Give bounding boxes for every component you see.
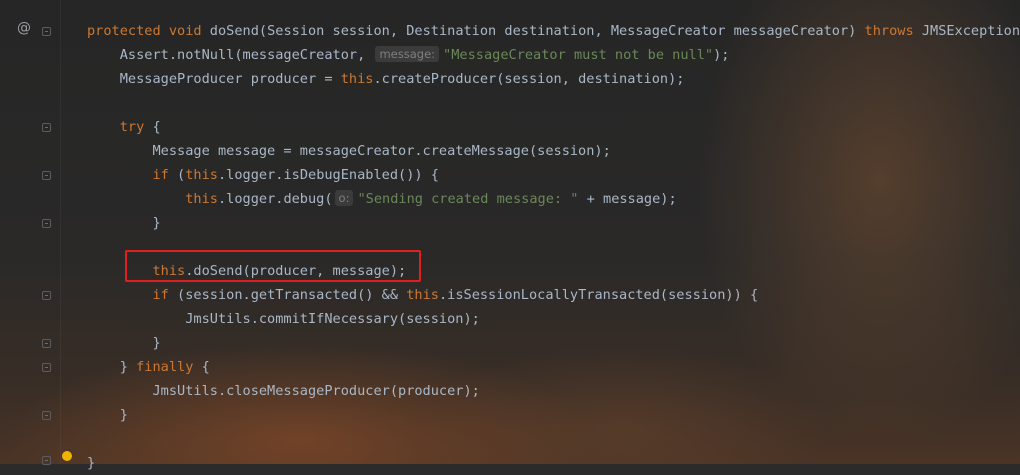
editor-gutter: @ bbox=[0, 0, 72, 465]
code-line-8: this.logger.debug(o: "Sending created mes… bbox=[87, 187, 1020, 211]
code-text: JmsUtils.commitIfNecessary(session); bbox=[185, 311, 480, 327]
code-line-1: protected void doSend(Session session, D… bbox=[87, 19, 1020, 43]
code-line-15: } finally { bbox=[87, 355, 1020, 379]
code-text: .createProducer(session, destination); bbox=[373, 71, 685, 87]
fold-marker-icon[interactable] bbox=[42, 339, 51, 348]
keyword: void bbox=[168, 23, 202, 39]
code-line-12: if (session.getTransacted() && this.isSe… bbox=[87, 283, 1020, 307]
code-text: ( bbox=[168, 167, 186, 183]
code-text: { bbox=[144, 119, 161, 135]
keyword: throws bbox=[864, 23, 914, 39]
code-text: .logger.isDebugEnabled()) { bbox=[217, 167, 439, 183]
code-line-5: try { bbox=[87, 115, 1020, 139]
code-line-19: } bbox=[87, 451, 1020, 475]
fold-marker-icon[interactable] bbox=[42, 171, 51, 180]
code-text: .logger.debug( bbox=[217, 191, 333, 207]
code-text: doSend(Session session, Destination dest… bbox=[201, 23, 865, 39]
keyword: if bbox=[152, 167, 169, 183]
code-line-3: MessageProducer producer = this.createPr… bbox=[87, 67, 1020, 91]
code-line-6: Message message = messageCreator.createM… bbox=[87, 139, 1020, 163]
code-text: JmsUtils.closeMessageProducer(producer); bbox=[152, 383, 480, 399]
keyword: this bbox=[406, 287, 439, 303]
code-line-17: } bbox=[87, 403, 1020, 427]
code-text: } bbox=[119, 359, 137, 375]
code-line-7: if (this.logger.isDebugEnabled()) { bbox=[87, 163, 1020, 187]
fold-marker-icon[interactable] bbox=[42, 363, 51, 372]
keyword: try bbox=[119, 119, 145, 135]
highlight-box bbox=[125, 250, 421, 282]
override-method-icon[interactable]: @ bbox=[17, 20, 31, 36]
code-line-2: Assert.notNull(messageCreator, message: "… bbox=[87, 43, 1020, 67]
keyword: protected bbox=[87, 23, 161, 39]
code-line-13: JmsUtils.commitIfNecessary(session); bbox=[87, 307, 1020, 331]
code-text: } bbox=[119, 407, 128, 423]
code-text: { bbox=[193, 359, 210, 375]
code-line-14: } bbox=[87, 331, 1020, 355]
fold-marker-icon[interactable] bbox=[42, 27, 51, 36]
code-text: ); bbox=[713, 47, 730, 63]
lightbulb-icon[interactable] bbox=[62, 451, 72, 461]
keyword: if bbox=[152, 287, 169, 303]
fold-marker-icon[interactable] bbox=[42, 123, 51, 132]
keyword: finally bbox=[136, 359, 194, 375]
code-text: (session.getTransacted() && bbox=[168, 287, 407, 303]
code-text: } bbox=[152, 215, 161, 231]
keyword: this bbox=[185, 167, 218, 183]
fold-marker-icon[interactable] bbox=[42, 411, 51, 420]
code-text: } bbox=[87, 455, 96, 471]
fold-marker-icon[interactable] bbox=[42, 291, 51, 300]
parameter-hint: o: bbox=[334, 190, 354, 206]
keyword: this bbox=[340, 71, 374, 87]
gutter-divider bbox=[60, 0, 61, 464]
code-text: MessageProducer producer = bbox=[119, 71, 341, 87]
code-editor[interactable]: protected void doSend(Session session, D… bbox=[87, 19, 1020, 475]
code-text: Assert.notNull(messageCreator, bbox=[119, 47, 374, 63]
string-literal: "MessageCreator must not be null" bbox=[443, 47, 714, 63]
string-literal: "Sending created message: " bbox=[357, 191, 579, 207]
code-text: JMSException { bbox=[921, 23, 1020, 39]
keyword: this bbox=[185, 191, 218, 207]
code-line-9: } bbox=[87, 211, 1020, 235]
parameter-hint: message: bbox=[375, 46, 440, 62]
code-text: .isSessionLocallyTransacted(session)) { bbox=[438, 287, 759, 303]
code-text: + message); bbox=[578, 191, 677, 207]
code-text: Message message = messageCreator.createM… bbox=[152, 143, 611, 159]
fold-marker-icon[interactable] bbox=[42, 219, 51, 228]
code-text: } bbox=[152, 335, 161, 351]
code-line-16: JmsUtils.closeMessageProducer(producer); bbox=[87, 379, 1020, 403]
